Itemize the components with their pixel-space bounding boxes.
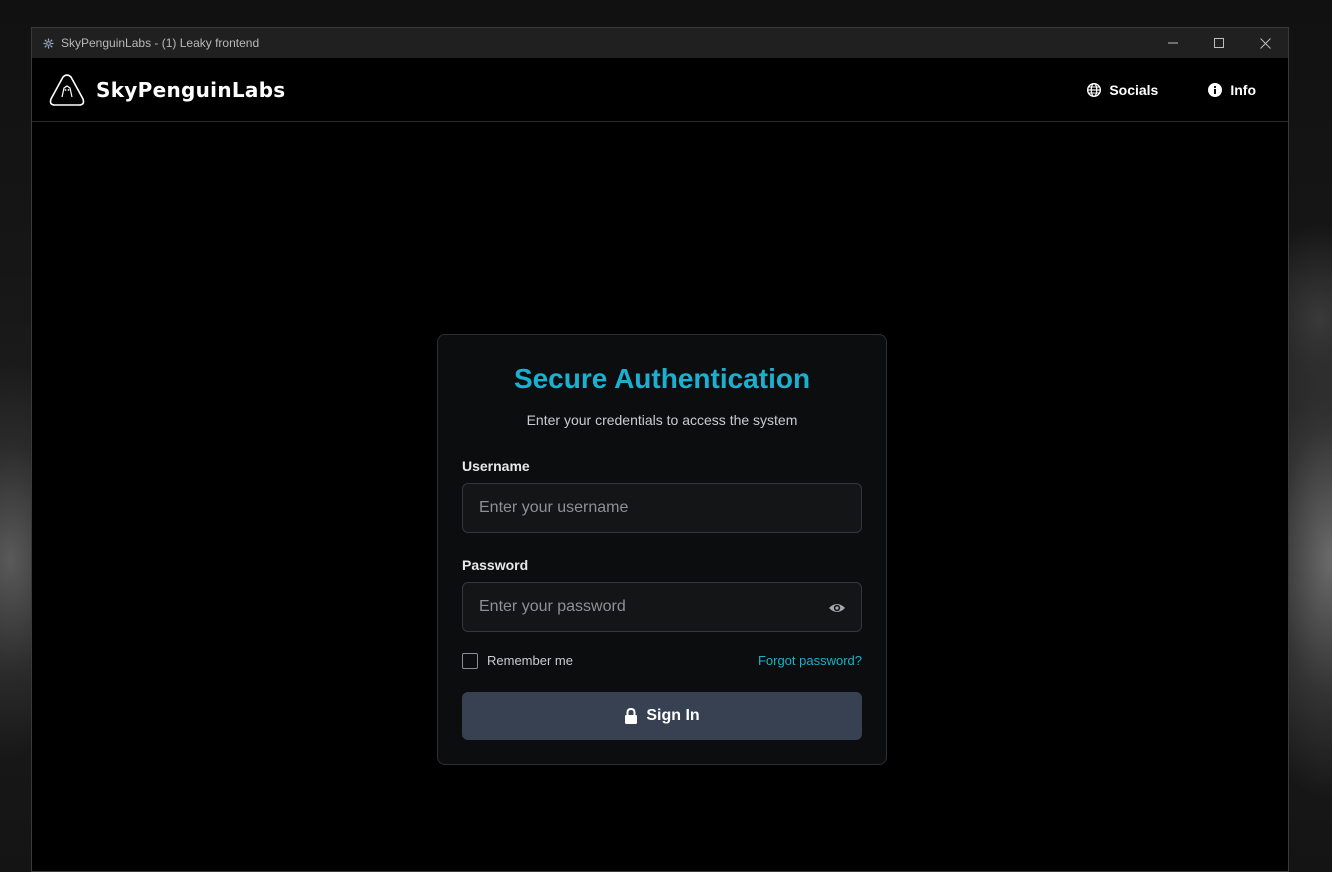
password-input[interactable] [463,583,861,631]
window-title: SkyPenguinLabs - (1) Leaky frontend [61,36,260,50]
nav-link-label: Socials [1109,81,1159,98]
penguin-logo-icon [49,73,85,106]
lock-icon [625,708,638,724]
eye-icon[interactable] [828,599,846,617]
window-controls [1150,28,1288,58]
close-icon [1259,37,1271,49]
password-field-wrapper [462,582,862,632]
forgot-password-link[interactable]: Forgot password? [758,653,862,668]
login-title: Secure Authentication [513,363,811,394]
password-label: Password [462,557,529,573]
app-window: SkyPenguinLabs - (1) Leaky frontend SkyP… [31,27,1289,872]
remember-me-label[interactable]: Remember me [487,653,573,668]
app-icon [42,37,54,49]
nav-links: Socials Info [1037,58,1256,121]
nav-link-info[interactable]: Info [1208,82,1256,98]
maximize-icon [1214,38,1224,48]
brand-link[interactable]: SkyPenguinLabs [49,73,286,107]
username-label: Username [462,458,530,474]
login-subtitle: Enter your credentials to access the sys… [526,412,798,428]
close-button[interactable] [1242,28,1288,58]
nav-link-label: Info [1230,81,1256,98]
brand-name: SkyPenguinLabs [96,77,286,102]
sign-in-button[interactable]: Sign In [462,692,862,740]
minimize-button[interactable] [1150,28,1196,58]
username-input[interactable] [463,484,861,532]
remember-me-checkbox[interactable] [462,653,478,669]
globe-icon [1087,82,1102,97]
minimize-icon [1168,42,1178,44]
sign-in-label: Sign In [646,707,700,724]
nav-link-socials[interactable]: Socials [1087,82,1158,98]
maximize-button[interactable] [1196,28,1242,58]
login-card: Secure Authentication Enter your credent… [437,334,887,765]
title-bar: SkyPenguinLabs - (1) Leaky frontend [32,28,1288,58]
info-icon [1208,82,1223,97]
username-field-wrapper [462,483,862,533]
navbar: SkyPenguinLabs Socials Info [32,58,1288,122]
